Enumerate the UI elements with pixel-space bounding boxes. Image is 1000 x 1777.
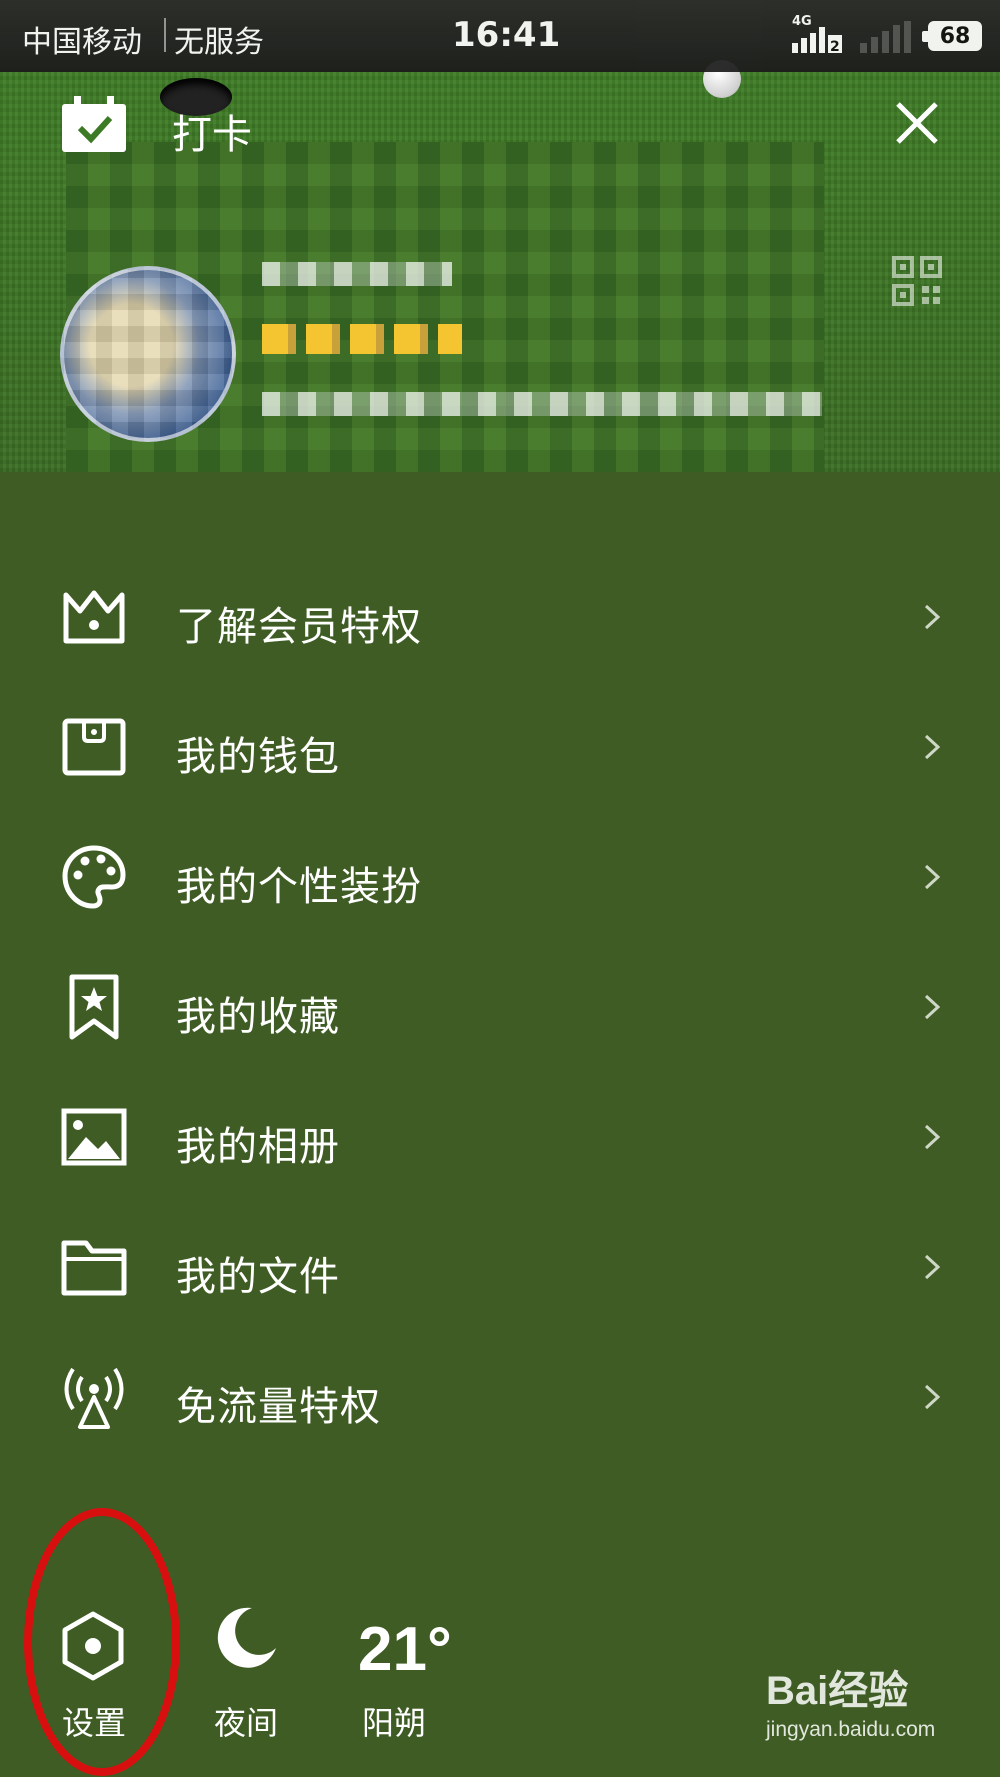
watermark: Bai经验 jingyan.baidu.com: [766, 1658, 935, 1742]
menu-item-label: 我的文件: [176, 1254, 340, 1300]
chevron-right-icon: [924, 1254, 941, 1280]
highlight-annotation: [24, 1508, 180, 1776]
chevron-right-icon: [924, 1124, 941, 1150]
menu-list: 了解会员特权 我的钱包 我的个性装扮 我的收藏 我的相册 我的文件 免流量特权: [0, 552, 1000, 1462]
menu-item-wallet[interactable]: 我的钱包: [0, 682, 1000, 812]
close-icon[interactable]: [892, 98, 942, 148]
broadcast-tower-icon: [64, 1367, 124, 1429]
wallet-icon: [62, 718, 126, 776]
menu-item-label: 我的收藏: [176, 994, 340, 1040]
palette-icon: [62, 845, 126, 909]
menu-item-label: 了解会员特权: [176, 604, 422, 650]
chevron-right-icon: [924, 864, 941, 890]
battery-icon: 68: [922, 21, 982, 51]
qr-code-icon[interactable]: [892, 256, 942, 306]
username-blurred: [262, 262, 452, 286]
menu-item-label: 我的钱包: [176, 734, 340, 780]
profile-header: 打卡: [0, 60, 1000, 472]
menu-item-label: 免流量特权: [176, 1384, 381, 1430]
chevron-right-icon: [924, 1384, 941, 1410]
crown-icon: [63, 590, 125, 644]
moon-icon[interactable]: [214, 1604, 280, 1670]
level-badges-blurred: [262, 324, 462, 354]
watermark-url: jingyan.baidu.com: [766, 1718, 936, 1741]
calendar-check-icon[interactable]: [60, 96, 128, 154]
menu-item-vip-privileges[interactable]: 了解会员特权: [0, 552, 1000, 682]
night-mode-button[interactable]: 夜间: [214, 1698, 278, 1744]
weather-temperature[interactable]: 21°: [358, 1614, 452, 1685]
menu-item-favorites[interactable]: 我的收藏: [0, 942, 1000, 1072]
chevron-right-icon: [924, 734, 941, 760]
signal-icon: 2: [792, 27, 842, 53]
menu-item-label: 我的个性装扮: [176, 864, 422, 910]
folder-icon: [61, 1240, 127, 1296]
checkin-button[interactable]: 打卡: [172, 102, 252, 160]
signal-empty-icon: [860, 21, 911, 53]
signature-blurred: [262, 392, 822, 416]
carrier-name: 中国移动: [22, 25, 142, 60]
watermark-brand: Bai经验: [766, 1669, 909, 1713]
menu-item-album[interactable]: 我的相册: [0, 1072, 1000, 1202]
menu-item-files[interactable]: 我的文件: [0, 1202, 1000, 1332]
battery-level: 68: [939, 23, 971, 49]
service-status: 无服务: [174, 25, 264, 60]
status-divider: [164, 18, 166, 52]
bookmark-star-icon: [69, 974, 119, 1040]
weather-city[interactable]: 阳朔: [362, 1698, 426, 1744]
menu-item-personalization[interactable]: 我的个性装扮: [0, 812, 1000, 942]
clock: 16:41: [452, 15, 561, 55]
avatar[interactable]: [60, 266, 236, 442]
menu-item-label: 我的相册: [176, 1124, 340, 1170]
image-icon: [61, 1108, 127, 1166]
chevron-right-icon: [924, 604, 941, 630]
chevron-right-icon: [924, 994, 941, 1020]
status-bar: 中国移动 无服务 16:41 4G 2 68: [0, 0, 1000, 72]
menu-item-free-data[interactable]: 免流量特权: [0, 1332, 1000, 1462]
svg-text:2: 2: [830, 39, 840, 53]
